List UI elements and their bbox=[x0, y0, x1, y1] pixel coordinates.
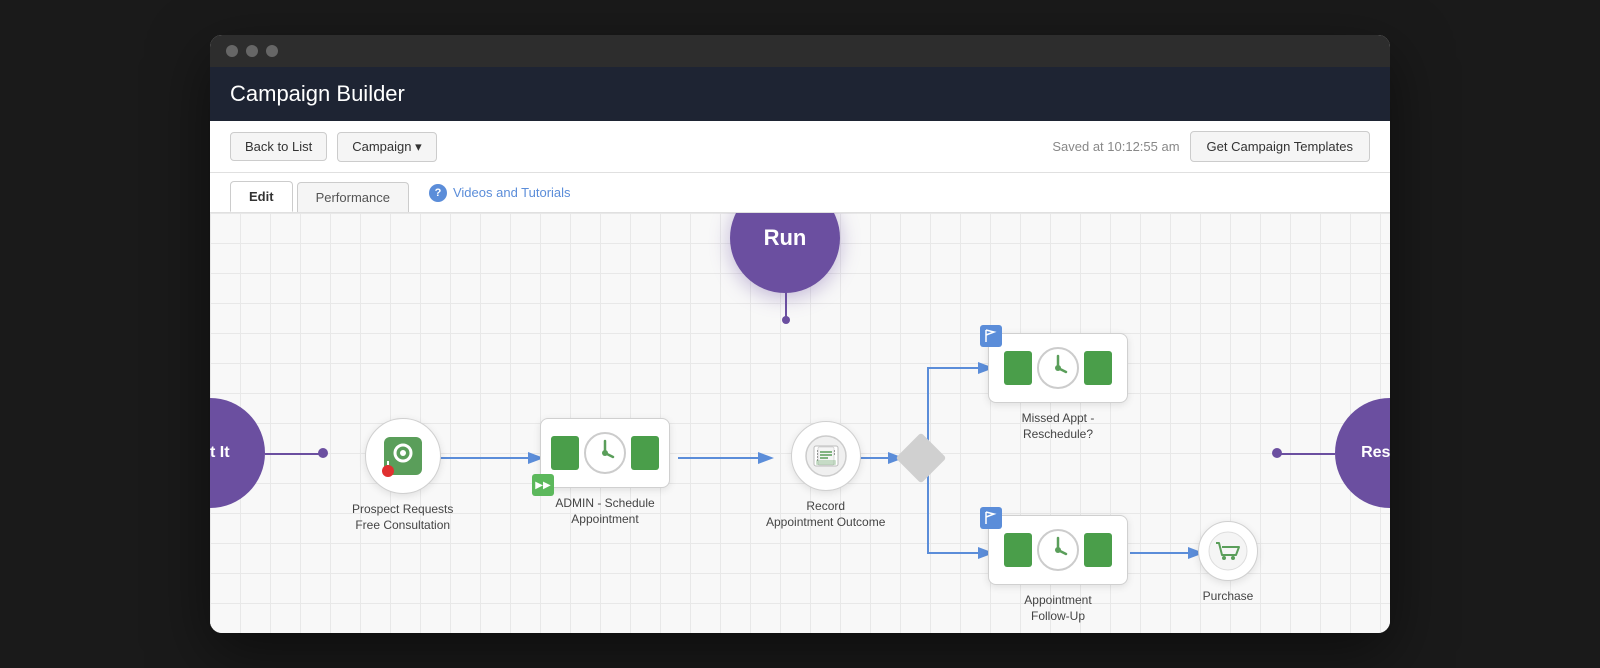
flag-icon bbox=[984, 329, 998, 343]
help-link[interactable]: ? Videos and Tutorials bbox=[429, 184, 571, 210]
admin-schedule-label: ADMIN - ScheduleAppointment bbox=[555, 496, 654, 527]
run-dot bbox=[782, 316, 790, 324]
admin-schedule-node[interactable]: ▶▶ ADMIN - ScheduleAppointment bbox=[540, 418, 670, 527]
missed-flag-badge bbox=[980, 325, 1002, 347]
green-rect-left bbox=[551, 436, 579, 470]
help-label: Videos and Tutorials bbox=[453, 185, 571, 200]
main-window: Campaign Builder Back to List Campaign ▾… bbox=[210, 35, 1390, 633]
flag-icon-2 bbox=[984, 511, 998, 525]
tab-edit[interactable]: Edit bbox=[230, 181, 293, 212]
missed-appt-label: Missed Appt -Reschedule? bbox=[1022, 411, 1095, 442]
traffic-light-2 bbox=[246, 45, 258, 57]
help-icon: ? bbox=[429, 184, 447, 202]
record-node[interactable]: RecordAppointment Outcome bbox=[766, 421, 885, 530]
missed-green-rect-left bbox=[1004, 351, 1032, 385]
app-header: Campaign Builder bbox=[210, 67, 1390, 121]
missed-green-rect-right bbox=[1084, 351, 1112, 385]
fast-forward-badge: ▶▶ bbox=[532, 474, 554, 496]
prospect-label: Prospect RequestsFree Consultation bbox=[352, 502, 453, 533]
clock-icon bbox=[583, 431, 627, 475]
campaign-label: Campaign bbox=[352, 139, 411, 154]
canvas-area: Run Set It Results bbox=[210, 213, 1390, 633]
run-button[interactable]: Run bbox=[730, 213, 840, 293]
saved-status: Saved at 10:12:55 am bbox=[1052, 139, 1179, 154]
set-it-button[interactable]: Set It bbox=[210, 398, 265, 508]
traffic-light-1 bbox=[226, 45, 238, 57]
back-to-list-button[interactable]: Back to List bbox=[230, 132, 327, 161]
appt-followup-label: AppointmentFollow-Up bbox=[1024, 593, 1091, 624]
dropdown-arrow-icon: ▾ bbox=[415, 139, 422, 154]
purchase-label: Purchase bbox=[1203, 589, 1254, 605]
followup-clock-icon bbox=[1036, 528, 1080, 572]
campaign-dropdown-button[interactable]: Campaign ▾ bbox=[337, 132, 436, 162]
followup-green-rect-left bbox=[1004, 533, 1032, 567]
missed-clock-icon bbox=[1036, 346, 1080, 390]
prospect-icon bbox=[378, 431, 428, 481]
traffic-light-3 bbox=[266, 45, 278, 57]
followup-flag-badge bbox=[980, 507, 1002, 529]
app-title: Campaign Builder bbox=[230, 81, 405, 106]
purchase-node[interactable]: Purchase bbox=[1198, 521, 1258, 605]
toolbar: Back to List Campaign ▾ Saved at 10:12:5… bbox=[210, 121, 1390, 173]
prospect-node[interactable]: Prospect RequestsFree Consultation bbox=[352, 418, 453, 533]
set-it-dot bbox=[318, 448, 328, 458]
missed-appt-node[interactable]: Missed Appt -Reschedule? bbox=[988, 333, 1128, 442]
results-line bbox=[1275, 453, 1335, 455]
results-button[interactable]: Results bbox=[1335, 398, 1390, 508]
tab-performance[interactable]: Performance bbox=[297, 182, 409, 212]
followup-green-rect-right bbox=[1084, 533, 1112, 567]
appt-followup-node[interactable]: AppointmentFollow-Up bbox=[988, 515, 1128, 624]
record-label: RecordAppointment Outcome bbox=[766, 499, 885, 530]
set-it-line bbox=[265, 453, 325, 455]
green-rect-right bbox=[631, 436, 659, 470]
title-bar bbox=[210, 35, 1390, 67]
decision-diamond[interactable] bbox=[903, 440, 939, 476]
results-dot bbox=[1272, 448, 1282, 458]
record-icon bbox=[804, 434, 848, 478]
purchase-icon bbox=[1208, 531, 1248, 571]
get-campaign-templates-button[interactable]: Get Campaign Templates bbox=[1190, 131, 1370, 162]
tabs-bar: Edit Performance ? Videos and Tutorials bbox=[210, 173, 1390, 213]
